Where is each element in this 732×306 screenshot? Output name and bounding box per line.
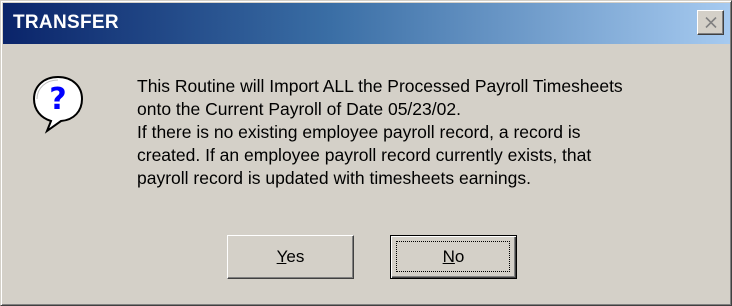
no-button[interactable]: No [390, 235, 517, 279]
yes-button-label: Yes [276, 247, 305, 266]
close-button[interactable] [697, 10, 724, 35]
close-icon [704, 17, 717, 28]
svg-text:?: ? [49, 82, 66, 117]
message-line: payroll record is updated with timesheet… [137, 168, 531, 188]
dialog-message: This Routine will Import ALL the Process… [137, 75, 725, 190]
title-bar[interactable]: TRANSFER [3, 3, 730, 44]
yes-button[interactable]: Yes [227, 235, 354, 279]
message-line: onto the Current Payroll of Date 05/23/0… [137, 99, 461, 119]
message-line: created. If an employee payroll record c… [137, 145, 592, 165]
question-icon: ? [31, 74, 85, 134]
dialog-window: TRANSFER ? This Routine will Import ALL … [0, 0, 732, 306]
message-line: If there is no existing employee payroll… [137, 122, 581, 142]
no-button-label: No [442, 247, 465, 266]
window-title: TRANSFER [13, 12, 119, 33]
message-line: This Routine will Import ALL the Process… [137, 76, 623, 96]
